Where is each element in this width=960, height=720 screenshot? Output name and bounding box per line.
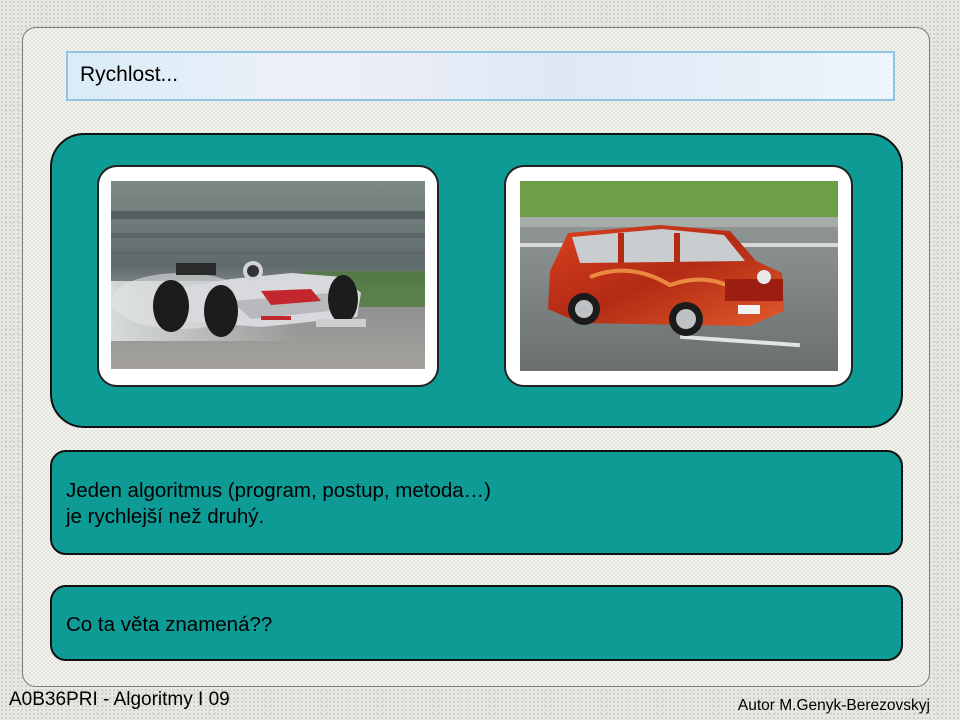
slide-title: Rychlost...	[80, 63, 179, 86]
statement-line-2: je rychlejší než druhý.	[66, 505, 265, 528]
photo-frame-right	[504, 165, 853, 387]
footer-course: A0B36PRI - Algoritmy I 09	[9, 689, 230, 710]
trabant-car-photo	[520, 181, 838, 371]
footer-author: Autor M.Genyk-Berezovskyj	[737, 697, 930, 714]
question-box: Co ta věta znamená??	[50, 585, 903, 661]
question-text: Co ta věta znamená??	[66, 613, 273, 636]
statement-line-1: Jeden algoritmus (program, postup, metod…	[66, 479, 492, 502]
statement-text: Jeden algoritmus (program, postup, metod…	[66, 478, 491, 530]
statement-box: Jeden algoritmus (program, postup, metod…	[50, 450, 903, 555]
images-panel	[50, 133, 903, 428]
photo-frame-left	[97, 165, 439, 387]
formula-car-photo	[111, 181, 425, 369]
slide-title-bar: Rychlost...	[66, 51, 895, 101]
